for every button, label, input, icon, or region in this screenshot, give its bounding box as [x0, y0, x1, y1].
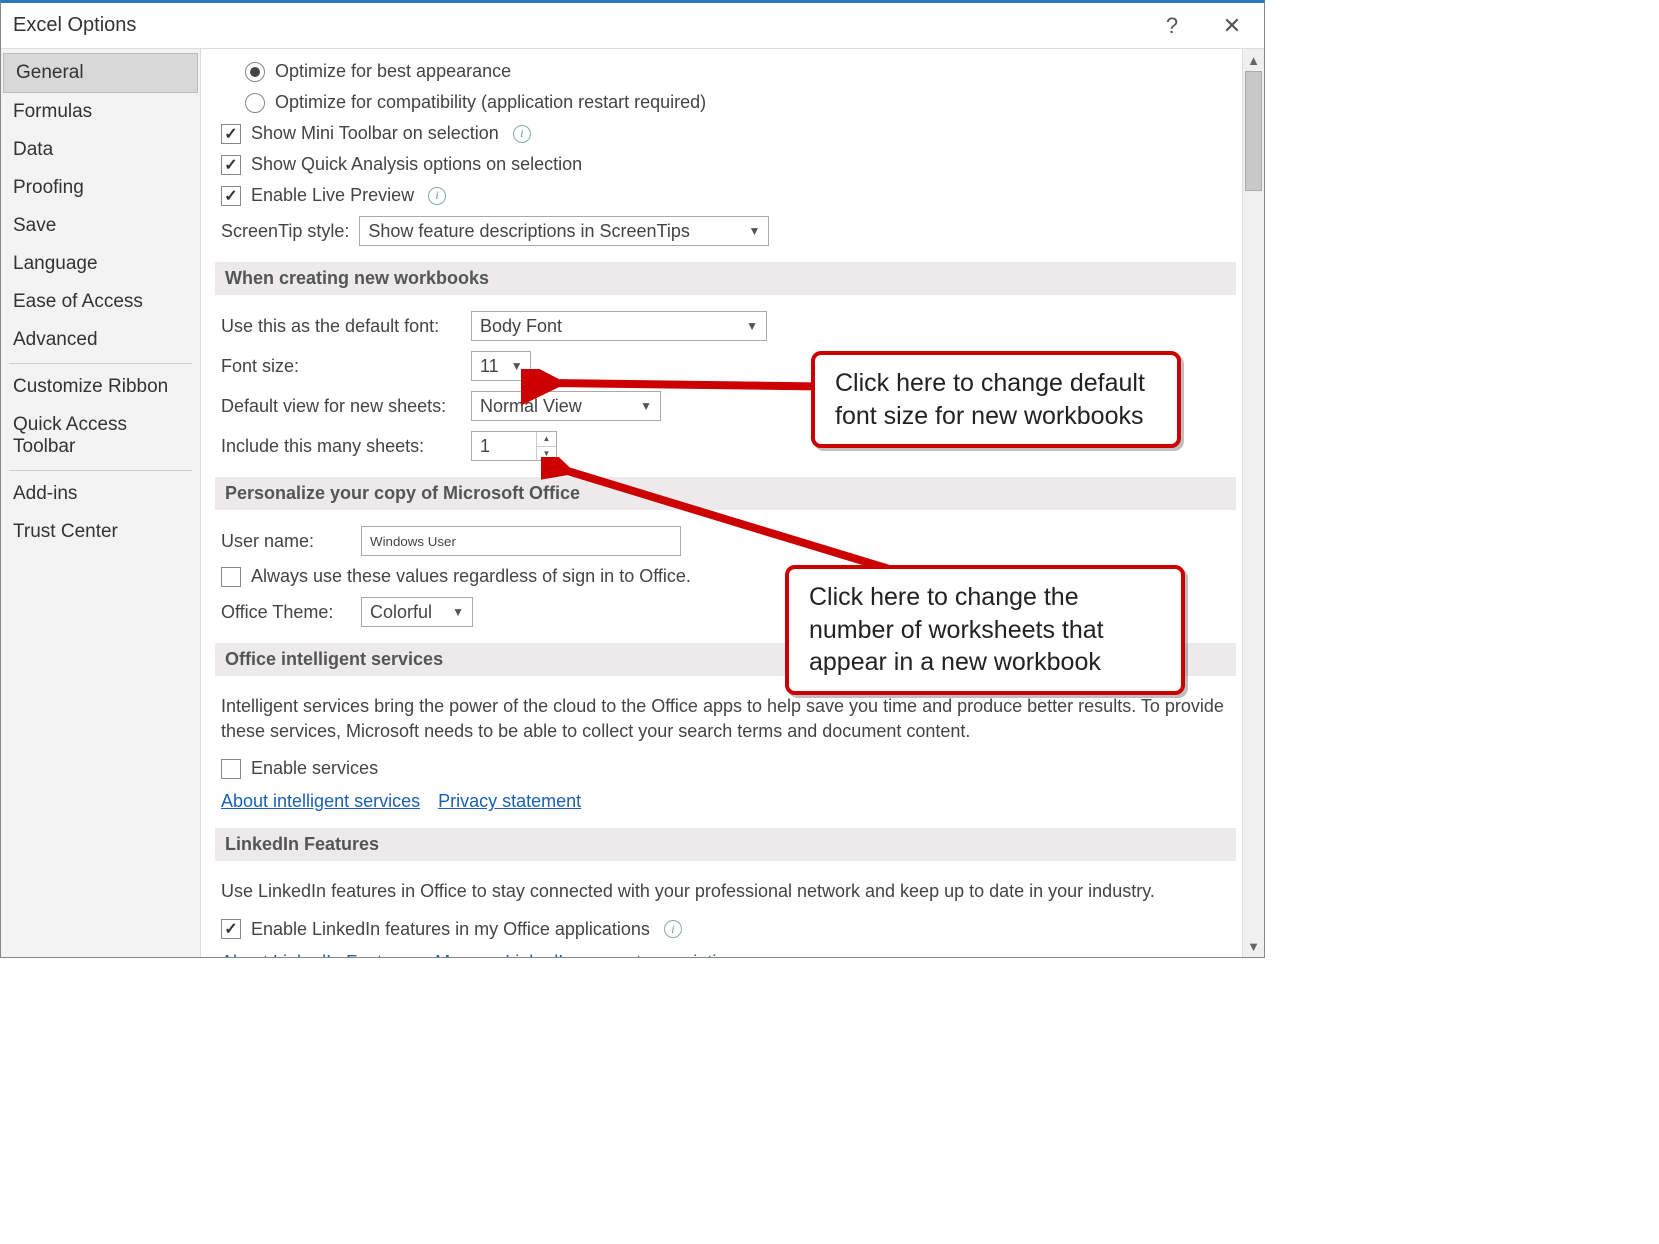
radio-optimize-compatibility[interactable]	[245, 93, 265, 113]
checkbox-quick-analysis[interactable]	[221, 155, 241, 175]
scroll-up-button[interactable]: ▲	[1243, 49, 1264, 71]
sidebar-item-language[interactable]: Language	[1, 245, 200, 283]
link-privacy-statement[interactable]: Privacy statement	[438, 791, 581, 812]
titlebar: Excel Options ? ✕	[1, 3, 1264, 49]
checkbox-always-use-values-label: Always use these values regardless of si…	[251, 566, 691, 587]
section-header-personalize: Personalize your copy of Microsoft Offic…	[215, 477, 1236, 510]
sidebar-item-advanced[interactable]: Advanced	[1, 321, 200, 359]
username-input[interactable]	[361, 526, 681, 556]
checkbox-always-use-values[interactable]	[221, 567, 241, 587]
sidebar-item-formulas[interactable]: Formulas	[1, 93, 200, 131]
default-view-label: Default view for new sheets:	[221, 396, 461, 417]
spinner-down-button[interactable]: ▼	[537, 447, 556, 461]
help-button[interactable]: ?	[1152, 6, 1192, 46]
vertical-scrollbar[interactable]: ▲ ▼	[1242, 49, 1264, 957]
info-icon[interactable]: i	[664, 920, 682, 938]
chevron-down-icon: ▼	[749, 224, 761, 238]
info-icon[interactable]: i	[428, 187, 446, 205]
window-title: Excel Options	[13, 14, 136, 37]
annotation-callout-2: Click here to change the number of works…	[785, 565, 1185, 695]
sidebar-item-general[interactable]: General	[3, 53, 198, 93]
chevron-down-icon: ▼	[640, 399, 652, 413]
checkbox-enable-linkedin[interactable]	[221, 919, 241, 939]
sheets-count-label: Include this many sheets:	[221, 436, 461, 457]
sidebar-item-data[interactable]: Data	[1, 131, 200, 169]
office-theme-label: Office Theme:	[221, 602, 351, 623]
link-about-linkedin[interactable]: About LinkedIn Features	[221, 952, 417, 957]
radio-optimize-appearance[interactable]	[245, 62, 265, 82]
font-size-label: Font size:	[221, 356, 461, 377]
username-label: User name:	[221, 531, 351, 552]
annotation-callout-1: Click here to change default font size f…	[811, 351, 1181, 448]
checkbox-live-preview-label: Enable Live Preview	[251, 185, 414, 206]
office-theme-combo[interactable]: Colorful ▼	[361, 597, 473, 627]
checkbox-quick-analysis-label: Show Quick Analysis options on selection	[251, 154, 582, 175]
screentip-style-label: ScreenTip style:	[221, 221, 349, 242]
sidebar-item-quick-access-toolbar[interactable]: Quick Access Toolbar	[1, 406, 200, 466]
default-font-combo[interactable]: Body Font ▼	[471, 311, 767, 341]
section-header-new-workbooks: When creating new workbooks	[215, 262, 1236, 295]
sidebar-item-save[interactable]: Save	[1, 207, 200, 245]
screentip-style-combo[interactable]: Show feature descriptions in ScreenTips …	[359, 216, 769, 246]
checkbox-live-preview[interactable]	[221, 186, 241, 206]
options-content-pane[interactable]: Optimize for best appearance Optimize fo…	[201, 49, 1264, 957]
scroll-thumb[interactable]	[1245, 71, 1262, 191]
sidebar-item-proofing[interactable]: Proofing	[1, 169, 200, 207]
excel-options-dialog: Excel Options ? ✕ General Formulas Data …	[0, 0, 1265, 958]
chevron-down-icon: ▼	[452, 605, 464, 619]
checkbox-enable-services-label: Enable services	[251, 758, 378, 779]
checkbox-enable-linkedin-label: Enable LinkedIn features in my Office ap…	[251, 919, 650, 940]
info-icon[interactable]: i	[513, 125, 531, 143]
default-font-label: Use this as the default font:	[221, 316, 461, 337]
checkbox-mini-toolbar[interactable]	[221, 124, 241, 144]
radio-optimize-appearance-label: Optimize for best appearance	[275, 61, 511, 82]
spinner-up-button[interactable]: ▲	[537, 432, 556, 447]
link-about-intelligent-services[interactable]: About intelligent services	[221, 791, 420, 812]
checkbox-mini-toolbar-label: Show Mini Toolbar on selection	[251, 123, 499, 144]
scroll-down-button[interactable]: ▼	[1243, 935, 1264, 957]
category-sidebar: General Formulas Data Proofing Save Lang…	[1, 49, 201, 957]
font-size-combo[interactable]: 11 ▼	[471, 351, 531, 381]
intelligent-services-description: Intelligent services bring the power of …	[215, 688, 1236, 754]
close-button[interactable]: ✕	[1212, 6, 1252, 46]
sidebar-item-add-ins[interactable]: Add-ins	[1, 475, 200, 513]
sheets-count-spinner[interactable]: 1 ▲ ▼	[471, 431, 557, 461]
linkedin-description: Use LinkedIn features in Office to stay …	[215, 873, 1236, 914]
checkbox-enable-services[interactable]	[221, 759, 241, 779]
radio-optimize-compatibility-label: Optimize for compatibility (application …	[275, 92, 706, 113]
link-manage-linkedin[interactable]: Manage LinkedIn account associations	[435, 952, 745, 957]
chevron-down-icon: ▼	[511, 359, 523, 373]
sidebar-item-trust-center[interactable]: Trust Center	[1, 513, 200, 551]
sidebar-item-ease-of-access[interactable]: Ease of Access	[1, 283, 200, 321]
default-view-combo[interactable]: Normal View ▼	[471, 391, 661, 421]
sidebar-item-customize-ribbon[interactable]: Customize Ribbon	[1, 368, 200, 406]
section-header-linkedin: LinkedIn Features	[215, 828, 1236, 861]
chevron-down-icon: ▼	[746, 319, 758, 333]
